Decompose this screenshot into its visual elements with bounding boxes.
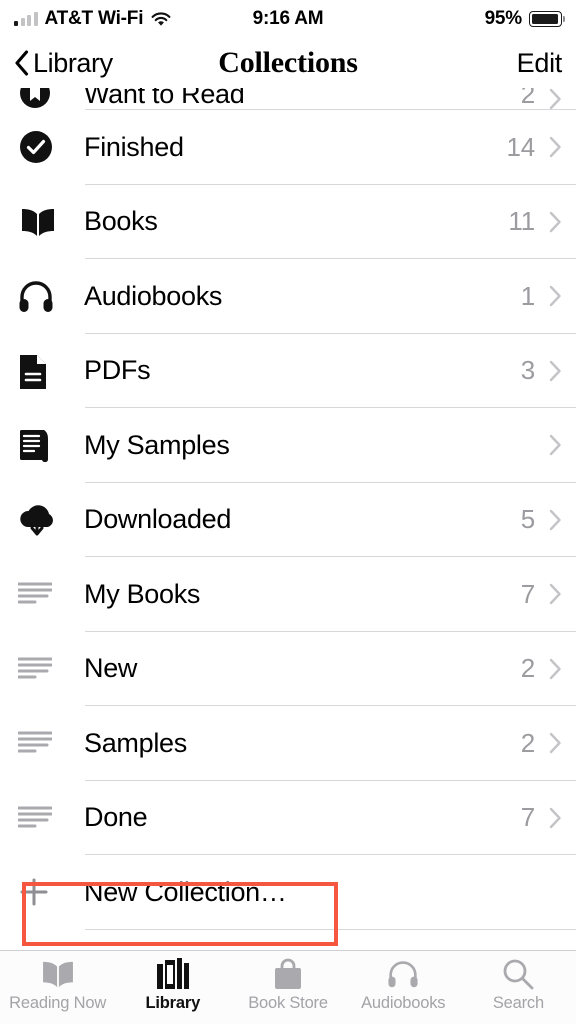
list-item-label: Done <box>84 802 148 833</box>
new-collection-label: New Collection… <box>84 876 287 907</box>
bookmark-circle-icon <box>18 88 66 110</box>
tab-bar[interactable]: Reading Now Library Book Store Audiobooks Se… <box>0 950 576 1024</box>
battery-icon <box>529 11 562 27</box>
list-item-label: Want to Read <box>84 88 245 109</box>
chevron-right-icon <box>549 584 561 605</box>
chevron-right-icon <box>549 137 561 158</box>
list-lines-icon <box>18 581 66 607</box>
tab-library[interactable]: Library <box>115 957 230 1013</box>
chevron-left-icon <box>14 50 29 76</box>
shopping-bag-icon <box>273 957 303 991</box>
list-item-count: 5 <box>520 504 535 535</box>
tab-book-store[interactable]: Book Store <box>230 957 345 1013</box>
open-book-icon <box>39 957 77 991</box>
list-item-count: 11 <box>508 206 535 237</box>
list-item-label: New <box>84 653 138 684</box>
tab-label: Search <box>492 994 544 1012</box>
chevron-right-icon <box>549 435 561 456</box>
list-item[interactable]: My Books 7 <box>0 557 576 632</box>
list-item-count: 1 <box>520 280 535 311</box>
document-icon <box>18 353 66 389</box>
headphones-icon <box>18 279 66 313</box>
plus-icon <box>18 876 66 908</box>
list-item-count: 2 <box>520 653 535 684</box>
list-item-count: 7 <box>520 802 535 833</box>
battery-percent-label: 95% <box>484 8 523 29</box>
bookshelf-icon <box>156 957 190 991</box>
tab-search[interactable]: Search <box>461 957 576 1013</box>
carrier-label: AT&T Wi-Fi <box>44 8 144 29</box>
stacked-pages-icon <box>18 427 66 463</box>
list-item[interactable]: PDFs 3 <box>0 333 576 408</box>
list-item[interactable]: Samples 2 <box>0 706 576 781</box>
chevron-right-icon <box>549 360 561 381</box>
list-item-label: Downloaded <box>84 504 232 535</box>
list-lines-icon <box>18 656 66 682</box>
chevron-right-icon <box>549 509 561 530</box>
list-item[interactable]: Books 11 <box>0 184 576 259</box>
chevron-right-icon <box>549 807 561 828</box>
wifi-icon <box>150 11 172 27</box>
search-icon <box>502 957 534 991</box>
list-item-label: Books <box>84 206 158 237</box>
chevron-right-icon <box>549 211 561 232</box>
tab-label: Library <box>145 994 201 1012</box>
list-item-label: Finished <box>84 131 184 162</box>
chevron-right-icon <box>549 733 561 754</box>
list-item-label: PDFs <box>84 355 151 386</box>
status-bar: AT&T Wi-Fi 9:16 AM 95% <box>0 0 576 38</box>
list-lines-icon <box>18 730 66 756</box>
tab-reading-now[interactable]: Reading Now <box>0 957 115 1013</box>
new-collection-row[interactable]: New Collection… <box>0 855 576 930</box>
signal-bars-icon <box>14 12 38 26</box>
list-item[interactable]: Downloaded 5 <box>0 482 576 557</box>
list-item-count: 2 <box>520 88 535 109</box>
back-button-label: Library <box>33 47 113 78</box>
headphones-icon <box>387 957 419 991</box>
list-item[interactable]: Audiobooks 1 <box>0 259 576 334</box>
list-item-label: My Books <box>84 578 201 609</box>
edit-button[interactable]: Edit <box>517 48 563 79</box>
chevron-right-icon <box>549 658 561 679</box>
list-item[interactable]: New 2 <box>0 631 576 706</box>
chevron-right-icon <box>549 88 561 110</box>
list-item-label: Audiobooks <box>84 280 223 311</box>
status-bar-right: 95% <box>485 8 562 30</box>
list-item-count: 7 <box>520 578 535 609</box>
list-item[interactable]: Done 7 <box>0 780 576 855</box>
tab-label: Book Store <box>248 994 328 1012</box>
list-item-count: 2 <box>520 727 535 758</box>
list-item-want-to-read[interactable]: Want to Read 2 <box>0 88 576 110</box>
cloud-download-icon <box>18 503 66 537</box>
checkmark-circle-icon <box>18 129 66 165</box>
list-item-label: Samples <box>84 727 187 758</box>
nav-bar: Library Collections Edit <box>0 38 576 88</box>
list-item[interactable]: Finished 14 <box>0 110 576 185</box>
list-item[interactable]: My Samples <box>0 408 576 483</box>
list-item-count: 14 <box>506 131 535 162</box>
tab-label: Reading Now <box>9 994 107 1012</box>
tab-label: Audiobooks <box>361 994 446 1012</box>
list-item-label: My Samples <box>84 429 230 460</box>
list-lines-icon <box>18 805 66 831</box>
collections-list[interactable]: Want to Read 2 Finished 14 Books 11 Audioboo… <box>0 88 576 950</box>
list-item-count: 3 <box>520 355 535 386</box>
tab-audiobooks[interactable]: Audiobooks <box>346 957 461 1013</box>
back-button[interactable]: Library <box>14 48 113 79</box>
open-book-icon <box>18 207 66 237</box>
status-bar-left: AT&T Wi-Fi <box>14 8 172 30</box>
chevron-right-icon <box>549 286 561 307</box>
